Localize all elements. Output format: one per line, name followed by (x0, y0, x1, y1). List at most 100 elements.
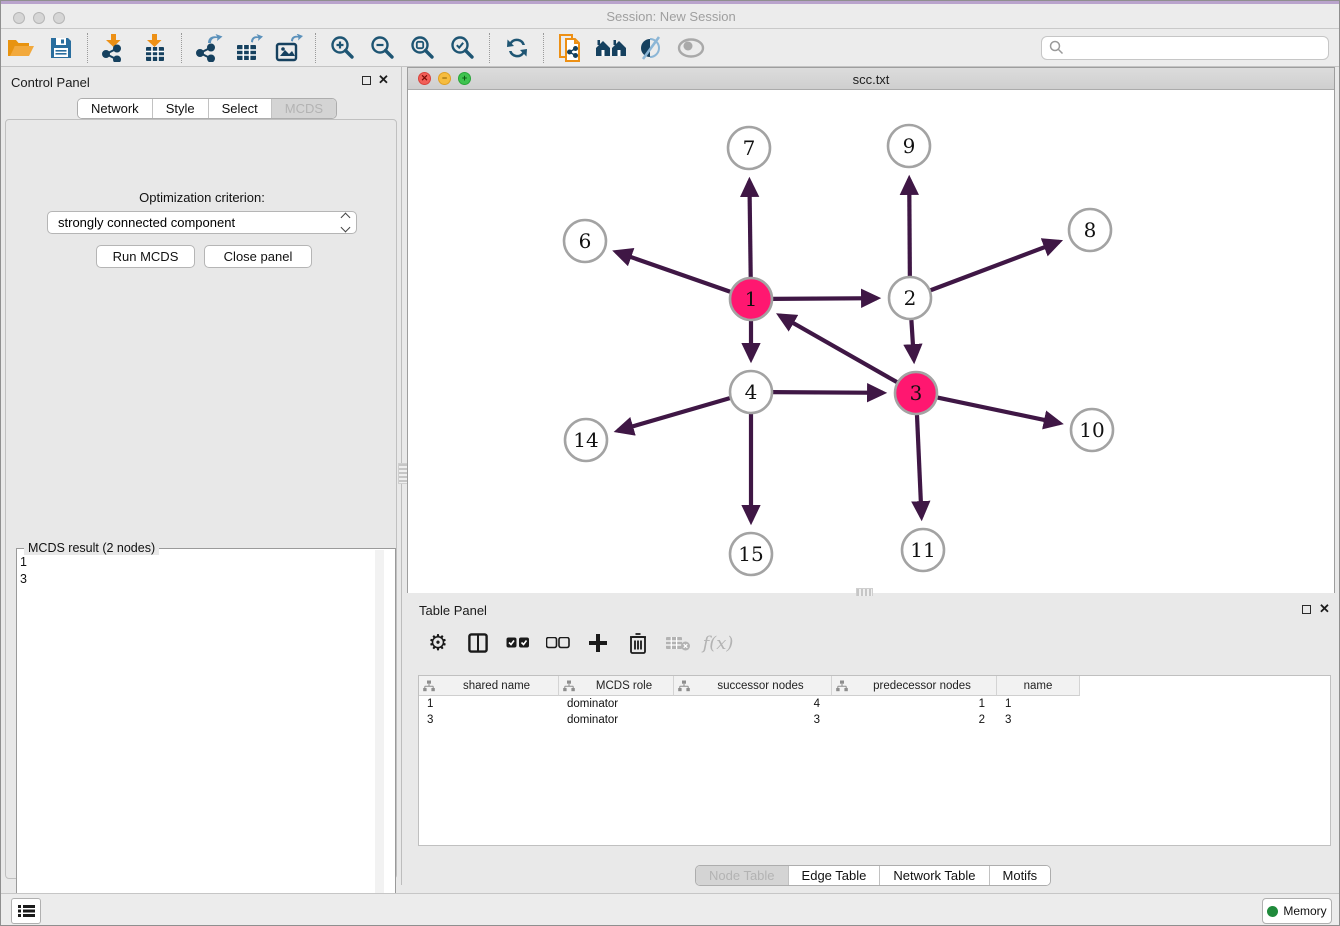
table-cell[interactable]: 1 (832, 696, 997, 712)
close-panel-icon[interactable]: ✕ (378, 75, 389, 84)
search-icon (1049, 40, 1064, 55)
refresh-icon[interactable] (497, 32, 537, 64)
edge-1-2[interactable] (773, 298, 877, 299)
float-panel-icon[interactable] (362, 76, 371, 85)
close-panel-button[interactable]: Close panel (204, 245, 312, 268)
edge-3-1[interactable] (780, 315, 897, 382)
edge-1-6[interactable] (616, 252, 730, 292)
zoom-out-icon[interactable] (363, 32, 403, 64)
column-header-label: name (1001, 680, 1075, 692)
show-all-icon[interactable] (671, 32, 711, 64)
zoom-fit-icon[interactable] (403, 32, 443, 64)
first-neighbors-icon[interactable] (591, 32, 631, 64)
edge-3-10[interactable] (938, 398, 1060, 424)
select-stepper-icon (342, 214, 349, 231)
open-session-icon[interactable] (1, 32, 41, 64)
criterion-select[interactable]: strongly connected component (47, 211, 357, 234)
table-row[interactable]: 1dominator411 (419, 696, 1330, 712)
table-cell[interactable]: 1 (419, 696, 559, 712)
table-cell[interactable]: 1 (997, 696, 1080, 712)
edge-4-14[interactable] (618, 398, 730, 431)
tab-network-table[interactable]: Network Table (879, 866, 988, 885)
delete-column-icon[interactable] (625, 630, 651, 656)
node-table: shared nameMCDS role successor nodes prede… (418, 675, 1331, 846)
network-graph[interactable]: 7968124314101511 (408, 90, 1334, 593)
tab-network[interactable]: Network (78, 99, 152, 118)
column-header-name[interactable]: name (997, 676, 1080, 696)
edge-2-9[interactable] (909, 179, 910, 276)
search-input[interactable] (1068, 38, 1328, 58)
export-table-icon[interactable] (229, 32, 269, 64)
add-column-icon[interactable] (585, 630, 611, 656)
float-table-panel-icon[interactable] (1302, 605, 1311, 614)
import-table-icon[interactable] (135, 32, 175, 64)
tab-style[interactable]: Style (152, 99, 208, 118)
table-cell[interactable]: 3 (997, 712, 1080, 728)
edge-3-11[interactable] (917, 415, 922, 517)
zoom-in-icon[interactable] (323, 32, 363, 64)
tab-motifs[interactable]: Motifs (989, 866, 1051, 885)
node-label-10: 10 (1079, 418, 1104, 442)
edge-1-7[interactable] (749, 181, 750, 277)
unselect-all-columns-icon[interactable] (545, 630, 571, 656)
node-label-6: 6 (579, 229, 592, 253)
application-window: Session: New Session (0, 0, 1340, 926)
task-history-button[interactable] (11, 898, 41, 924)
node-label-8: 8 (1084, 218, 1097, 242)
status-bar: Memory (1, 893, 1340, 926)
hide-selected-icon[interactable] (631, 32, 671, 64)
node-label-2: 2 (904, 286, 917, 310)
result-vertical-scrollbar[interactable] (375, 550, 384, 912)
export-image-icon[interactable] (269, 32, 309, 64)
edge-2-3[interactable] (911, 320, 914, 360)
tab-select[interactable]: Select (208, 99, 271, 118)
toolbar-separator (87, 33, 89, 63)
table-cell[interactable]: 3 (674, 712, 832, 728)
column-header-MCDS-role[interactable]: MCDS role (559, 676, 674, 696)
mcds-result-item: 3 (20, 571, 370, 588)
mcds-result-list[interactable]: 13 (20, 554, 370, 588)
table-panel-tabs: Node TableEdge TableNetwork TableMotifs (695, 865, 1051, 886)
network-view-window: ✕ − + scc.txt 7968124314101511 (407, 67, 1335, 593)
table-panel: Table Panel ✕ ⚙ f(x) (407, 596, 1340, 893)
table-cell[interactable]: 2 (832, 712, 997, 728)
search-box[interactable] (1041, 36, 1329, 60)
import-network-icon[interactable] (95, 32, 135, 64)
node-label-3: 3 (910, 381, 923, 405)
tab-node-table[interactable]: Node Table (696, 866, 788, 885)
table-cell[interactable]: 4 (674, 696, 832, 712)
list-icon (18, 904, 35, 918)
column-header-successor-nodes[interactable]: successor nodes (674, 676, 832, 696)
edge-4-3[interactable] (773, 392, 883, 393)
clone-network-icon[interactable] (551, 32, 591, 64)
main-toolbar (1, 29, 1340, 67)
column-header-shared-name[interactable]: shared name (419, 676, 559, 696)
table-cell[interactable]: dominator (559, 696, 674, 712)
zoom-selected-icon[interactable] (443, 32, 483, 64)
control-panel-title: Control Panel (11, 75, 90, 90)
export-network-icon[interactable] (189, 32, 229, 64)
close-table-panel-icon[interactable]: ✕ (1319, 604, 1330, 613)
tab-mcds[interactable]: MCDS (271, 99, 336, 118)
node-label-4: 4 (745, 380, 758, 404)
memory-status-icon (1267, 906, 1278, 917)
edge-2-8[interactable] (931, 242, 1060, 291)
memory-button[interactable]: Memory (1262, 898, 1332, 924)
table-cell[interactable]: 3 (419, 712, 559, 728)
mcds-result-item: 1 (20, 554, 370, 571)
table-cell[interactable]: dominator (559, 712, 674, 728)
run-mcds-button[interactable]: Run MCDS (96, 245, 195, 268)
tab-edge-table[interactable]: Edge Table (788, 866, 880, 885)
select-all-columns-icon[interactable] (505, 630, 531, 656)
node-label-7: 7 (743, 136, 756, 160)
column-panel-icon[interactable] (465, 630, 491, 656)
network-window-titlebar: ✕ − + scc.txt (408, 68, 1334, 90)
table-row[interactable]: 3dominator323 (419, 712, 1330, 728)
mcds-result-box (16, 548, 396, 926)
table-body: 1dominator4113dominator323 (419, 696, 1330, 728)
column-header-label: successor nodes (694, 680, 827, 692)
column-header-predecessor-nodes[interactable]: predecessor nodes (832, 676, 997, 696)
node-label-1: 1 (745, 287, 758, 311)
save-session-icon[interactable] (41, 32, 81, 64)
settings-gear-icon[interactable]: ⚙ (425, 630, 451, 656)
